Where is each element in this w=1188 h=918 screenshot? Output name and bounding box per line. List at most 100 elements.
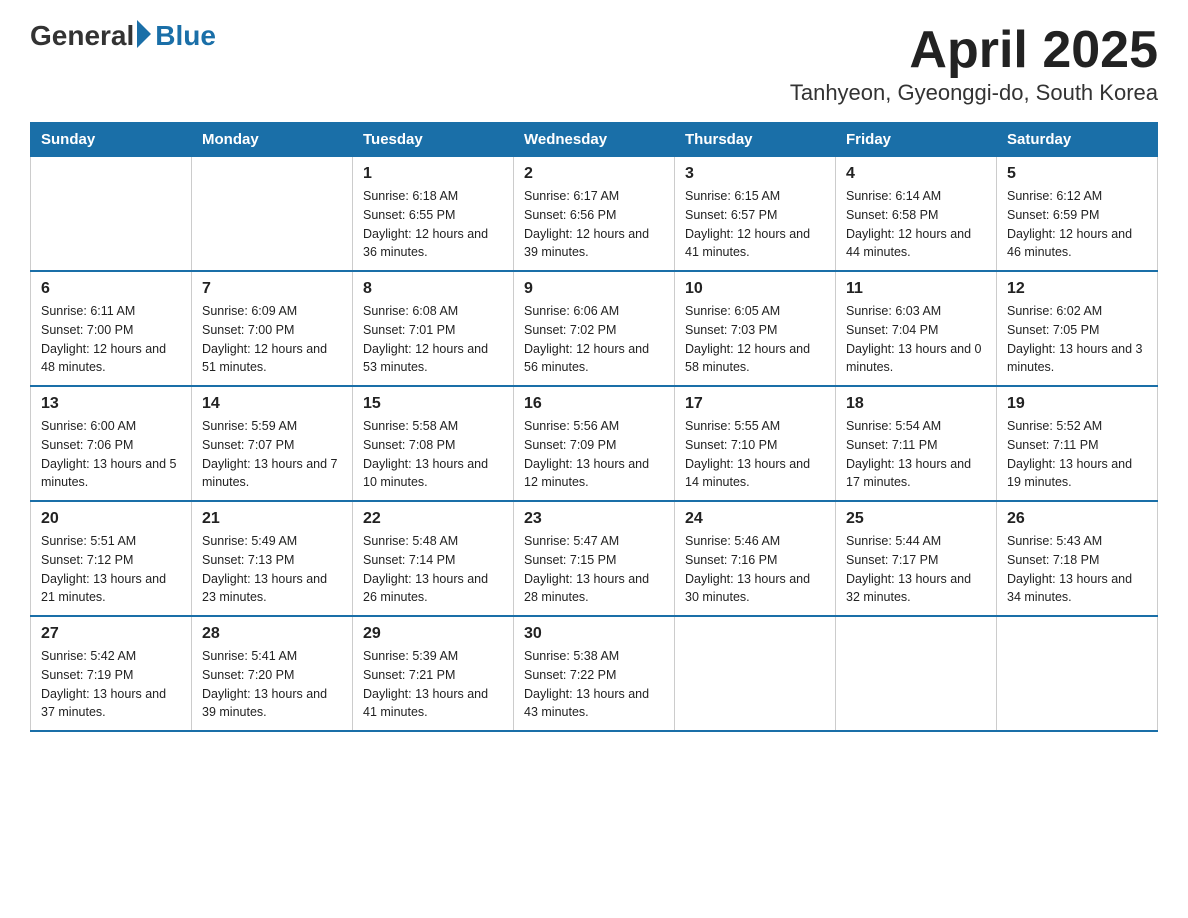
day-info: Sunrise: 5:42 AMSunset: 7:19 PMDaylight:…: [41, 647, 181, 722]
table-row: 19 Sunrise: 5:52 AMSunset: 7:11 PMDayligh…: [997, 386, 1158, 501]
day-number: 22: [363, 510, 503, 528]
day-info: Sunrise: 6:06 AMSunset: 7:02 PMDaylight:…: [524, 302, 664, 377]
title-section: April 2025 Tanhyeon, Gyeonggi-do, South …: [790, 20, 1158, 106]
table-row: 16 Sunrise: 5:56 AMSunset: 7:09 PMDayligh…: [514, 386, 675, 501]
week-row-4: 20 Sunrise: 5:51 AMSunset: 7:12 PMDayligh…: [31, 501, 1158, 616]
table-row: 5Sunrise: 6:12 AMSunset: 6:59 PMDaylight…: [997, 157, 1158, 272]
day-number: 1: [363, 165, 503, 183]
day-number: 24: [685, 510, 825, 528]
logo-blue-text: Blue: [155, 20, 216, 52]
table-row: 21 Sunrise: 5:49 AMSunset: 7:13 PMDayligh…: [192, 501, 353, 616]
table-row: [675, 616, 836, 731]
day-number: 2: [524, 165, 664, 183]
day-info: Sunrise: 6:18 AMSunset: 6:55 PMDaylight:…: [363, 187, 503, 262]
table-row: 25Sunrise: 5:44 AMSunset: 7:17 PMDayligh…: [836, 501, 997, 616]
day-number: 26: [1007, 510, 1147, 528]
day-number: 9: [524, 280, 664, 298]
table-row: 12 Sunrise: 6:02 AMSunset: 7:05 PMDayligh…: [997, 271, 1158, 386]
table-row: 29 Sunrise: 5:39 AMSunset: 7:21 PMDayligh…: [353, 616, 514, 731]
page-subtitle: Tanhyeon, Gyeonggi-do, South Korea: [790, 80, 1158, 106]
table-row: [836, 616, 997, 731]
day-info: Sunrise: 5:49 AMSunset: 7:13 PMDaylight:…: [202, 532, 342, 607]
table-row: 7 Sunrise: 6:09 AMSunset: 7:00 PMDaylight…: [192, 271, 353, 386]
header-monday: Monday: [192, 123, 353, 157]
table-row: 28 Sunrise: 5:41 AMSunset: 7:20 PMDayligh…: [192, 616, 353, 731]
table-row: 17 Sunrise: 5:55 AMSunset: 7:10 PMDayligh…: [675, 386, 836, 501]
day-number: 19: [1007, 395, 1147, 413]
day-number: 16: [524, 395, 664, 413]
day-number: 21: [202, 510, 342, 528]
day-info: Sunrise: 6:11 AMSunset: 7:00 PMDaylight:…: [41, 302, 181, 377]
table-row: 27 Sunrise: 5:42 AMSunset: 7:19 PMDayligh…: [31, 616, 192, 731]
header-sunday: Sunday: [31, 123, 192, 157]
week-row-5: 27 Sunrise: 5:42 AMSunset: 7:19 PMDayligh…: [31, 616, 1158, 731]
table-row: [192, 157, 353, 272]
day-info: Sunrise: 6:15 AMSunset: 6:57 PMDaylight:…: [685, 187, 825, 262]
day-info: Sunrise: 5:48 AMSunset: 7:14 PMDaylight:…: [363, 532, 503, 607]
day-info: Sunrise: 6:08 AMSunset: 7:01 PMDaylight:…: [363, 302, 503, 377]
calendar-header-row: SundayMondayTuesdayWednesdayThursdayFrid…: [31, 123, 1158, 157]
day-info: Sunrise: 5:43 AMSunset: 7:18 PMDaylight:…: [1007, 532, 1147, 607]
table-row: 8 Sunrise: 6:08 AMSunset: 7:01 PMDaylight…: [353, 271, 514, 386]
day-number: 28: [202, 625, 342, 643]
table-row: 22 Sunrise: 5:48 AMSunset: 7:14 PMDayligh…: [353, 501, 514, 616]
day-number: 29: [363, 625, 503, 643]
day-info: Sunrise: 6:03 AMSunset: 7:04 PMDaylight:…: [846, 302, 986, 377]
week-row-1: 1 Sunrise: 6:18 AMSunset: 6:55 PMDaylight…: [31, 157, 1158, 272]
table-row: 10 Sunrise: 6:05 AMSunset: 7:03 PMDayligh…: [675, 271, 836, 386]
calendar-header: SundayMondayTuesdayWednesdayThursdayFrid…: [31, 123, 1158, 157]
table-row: 2 Sunrise: 6:17 AMSunset: 6:56 PMDaylight…: [514, 157, 675, 272]
day-info: Sunrise: 5:55 AMSunset: 7:10 PMDaylight:…: [685, 417, 825, 492]
table-row: 1 Sunrise: 6:18 AMSunset: 6:55 PMDaylight…: [353, 157, 514, 272]
day-number: 17: [685, 395, 825, 413]
day-number: 3: [685, 165, 825, 183]
day-number: 10: [685, 280, 825, 298]
day-number: 23: [524, 510, 664, 528]
day-info: Sunrise: 5:41 AMSunset: 7:20 PMDaylight:…: [202, 647, 342, 722]
day-info: Sunrise: 5:56 AMSunset: 7:09 PMDaylight:…: [524, 417, 664, 492]
day-info: Sunrise: 6:02 AMSunset: 7:05 PMDaylight:…: [1007, 302, 1147, 377]
day-info: Sunrise: 6:05 AMSunset: 7:03 PMDaylight:…: [685, 302, 825, 377]
day-info: Sunrise: 5:51 AMSunset: 7:12 PMDaylight:…: [41, 532, 181, 607]
day-number: 12: [1007, 280, 1147, 298]
day-info: Sunrise: 5:38 AMSunset: 7:22 PMDaylight:…: [524, 647, 664, 722]
day-info: Sunrise: 5:39 AMSunset: 7:21 PMDaylight:…: [363, 647, 503, 722]
day-number: 14: [202, 395, 342, 413]
table-row: 4Sunrise: 6:14 AMSunset: 6:58 PMDaylight…: [836, 157, 997, 272]
table-row: 6 Sunrise: 6:11 AMSunset: 7:00 PMDaylight…: [31, 271, 192, 386]
table-row: [31, 157, 192, 272]
table-row: 26 Sunrise: 5:43 AMSunset: 7:18 PMDayligh…: [997, 501, 1158, 616]
header-friday: Friday: [836, 123, 997, 157]
day-number: 30: [524, 625, 664, 643]
day-number: 6: [41, 280, 181, 298]
page-header: General Blue April 2025 Tanhyeon, Gyeong…: [30, 20, 1158, 106]
logo: General Blue: [30, 20, 216, 52]
day-number: 25: [846, 510, 986, 528]
day-number: 5: [1007, 165, 1147, 183]
day-info: Sunrise: 6:09 AMSunset: 7:00 PMDaylight:…: [202, 302, 342, 377]
day-number: 20: [41, 510, 181, 528]
table-row: 24 Sunrise: 5:46 AMSunset: 7:16 PMDayligh…: [675, 501, 836, 616]
day-info: Sunrise: 6:17 AMSunset: 6:56 PMDaylight:…: [524, 187, 664, 262]
day-number: 11: [846, 280, 986, 298]
day-info: Sunrise: 5:47 AMSunset: 7:15 PMDaylight:…: [524, 532, 664, 607]
header-wednesday: Wednesday: [514, 123, 675, 157]
table-row: 3 Sunrise: 6:15 AMSunset: 6:57 PMDaylight…: [675, 157, 836, 272]
calendar-table: SundayMondayTuesdayWednesdayThursdayFrid…: [30, 122, 1158, 732]
day-number: 18: [846, 395, 986, 413]
table-row: 13Sunrise: 6:00 AMSunset: 7:06 PMDayligh…: [31, 386, 192, 501]
day-info: Sunrise: 5:46 AMSunset: 7:16 PMDaylight:…: [685, 532, 825, 607]
calendar-body: 1 Sunrise: 6:18 AMSunset: 6:55 PMDaylight…: [31, 157, 1158, 732]
page-title: April 2025: [790, 20, 1158, 80]
table-row: 20 Sunrise: 5:51 AMSunset: 7:12 PMDayligh…: [31, 501, 192, 616]
day-number: 7: [202, 280, 342, 298]
table-row: 30 Sunrise: 5:38 AMSunset: 7:22 PMDayligh…: [514, 616, 675, 731]
day-number: 27: [41, 625, 181, 643]
table-row: 18Sunrise: 5:54 AMSunset: 7:11 PMDayligh…: [836, 386, 997, 501]
week-row-2: 6 Sunrise: 6:11 AMSunset: 7:00 PMDaylight…: [31, 271, 1158, 386]
day-info: Sunrise: 6:14 AMSunset: 6:58 PMDaylight:…: [846, 187, 986, 262]
table-row: 23 Sunrise: 5:47 AMSunset: 7:15 PMDayligh…: [514, 501, 675, 616]
day-number: 8: [363, 280, 503, 298]
header-saturday: Saturday: [997, 123, 1158, 157]
day-info: Sunrise: 5:52 AMSunset: 7:11 PMDaylight:…: [1007, 417, 1147, 492]
